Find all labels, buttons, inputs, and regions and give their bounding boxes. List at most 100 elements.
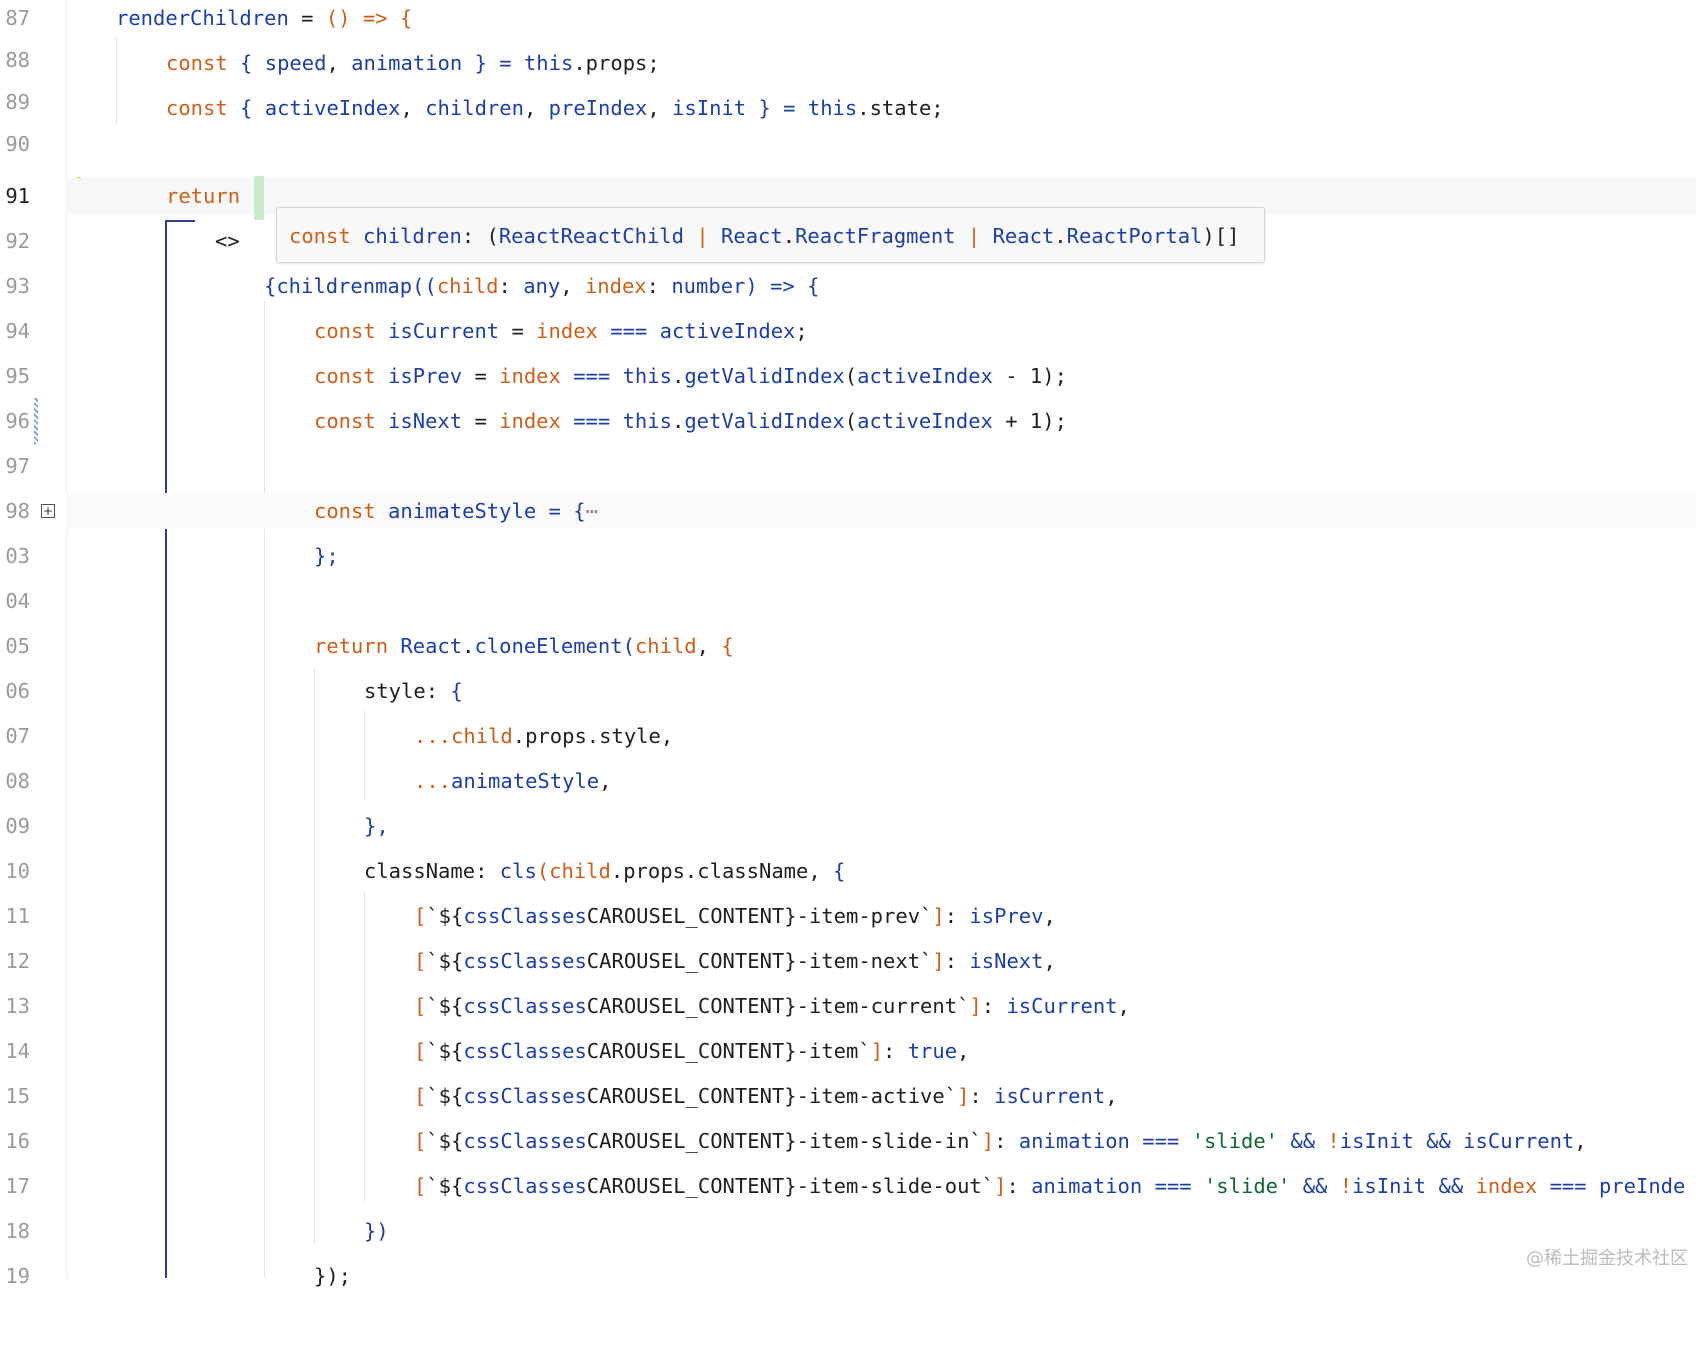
- code-line[interactable]: const { speed, animation } = this.props;: [66, 45, 1696, 81]
- modified-lines-marker[interactable]: [34, 398, 38, 444]
- tooltip-token: const: [289, 224, 351, 248]
- code-token: `${: [426, 1129, 464, 1153]
- code-token: &&: [1290, 1174, 1340, 1198]
- fold-expand-icon[interactable]: +: [41, 504, 55, 518]
- code-token: },: [364, 814, 389, 838]
- line-number: 10: [5, 859, 30, 883]
- tooltip-token: |: [683, 224, 722, 248]
- line-number: 94: [5, 319, 30, 343]
- code-line[interactable]: className: cls(child.props.className, {: [66, 853, 1696, 889]
- code-token: ...: [414, 724, 452, 748]
- code-line[interactable]: style: {: [66, 673, 1696, 709]
- code-line[interactable]: [`${cssClassesCAROUSEL_CONTENT}-item-act…: [66, 1078, 1696, 1114]
- code-line[interactable]: [`${cssClassesCAROUSEL_CONTENT}-item-pre…: [66, 898, 1696, 934]
- code-token: speed: [264, 51, 327, 75]
- code-token: index: [486, 364, 561, 388]
- code-line[interactable]: {childrenmap((child: any, index: number)…: [66, 268, 1696, 304]
- code-token: map: [375, 274, 413, 298]
- code-token: {: [833, 859, 846, 883]
- code-line[interactable]: const isNext = index === this.getValidIn…: [66, 403, 1696, 439]
- code-token: ,: [696, 634, 722, 658]
- code-token: activeIndex: [857, 364, 993, 388]
- code-line[interactable]: });: [66, 1258, 1696, 1294]
- line-number-gutter[interactable]: 87 88 89 90 91 92 93 94 95 96 97 98 03 0…: [0, 0, 67, 1288]
- code-token: animation: [1018, 1129, 1130, 1153]
- line-number: 07: [5, 724, 30, 748]
- code-token: isInit: [1339, 1129, 1414, 1153]
- code-line[interactable]: [`${cssClassesCAROUSEL_CONTENT}-item-sli…: [66, 1168, 1696, 1204]
- code-line[interactable]: return React.cloneElement(child, {: [66, 628, 1696, 664]
- watermark: @稀土掘金技术社区: [1526, 1248, 1688, 1269]
- code-line[interactable]: [`${cssClassesCAROUSEL_CONTENT}-item-nex…: [66, 943, 1696, 979]
- code-editor[interactable]: 87 88 89 90 91 92 93 94 95 96 97 98 03 0…: [0, 0, 1696, 1288]
- code-token: .: [671, 364, 685, 388]
- code-token: className: [364, 859, 476, 883]
- added-line-marker: [254, 176, 264, 220]
- code-token: children: [276, 274, 376, 298]
- code-token: ,: [326, 51, 352, 75]
- code-line[interactable]: },: [66, 808, 1696, 844]
- code-token: isCurrent: [375, 319, 512, 343]
- code-token: activeIndex: [659, 319, 796, 343]
- code-line[interactable]: [`${cssClassesCAROUSEL_CONTENT}-item-sli…: [66, 1123, 1696, 1159]
- code-token: .props.className,: [610, 859, 834, 883]
- tooltip-token: .: [782, 224, 796, 248]
- code-line[interactable]: ...animateStyle,: [66, 763, 1696, 799]
- line-number: 14: [5, 1039, 30, 1063]
- code-line[interactable]: const isCurrent = index === activeIndex;: [66, 313, 1696, 349]
- code-token: } =: [746, 96, 808, 120]
- code-line[interactable]: [`${cssClassesCAROUSEL_CONTENT}-item-cur…: [66, 988, 1696, 1024]
- code-token: :: [425, 679, 451, 703]
- code-token: ,: [599, 769, 612, 793]
- code-token: CAROUSEL_CONTENT: [586, 904, 785, 928]
- line-number: 95: [5, 364, 30, 388]
- code-token: (: [536, 859, 550, 883]
- code-token: ===: [560, 409, 623, 433]
- folded-code-ellipsis[interactable]: ⋯: [586, 499, 598, 523]
- line-number: 09: [5, 814, 30, 838]
- code-token: &&: [1413, 1129, 1464, 1153]
- code-token: ,: [1105, 1084, 1118, 1108]
- line-number: 16: [5, 1129, 30, 1153]
- code-token: `${: [426, 949, 464, 973]
- code-token: cssClasses: [463, 1084, 587, 1108]
- line-number: 04: [5, 589, 30, 613]
- code-token: children: [425, 96, 524, 120]
- code-line[interactable]: ...child.props.style,: [66, 718, 1696, 754]
- line-number: 97: [5, 454, 30, 478]
- line-number: 88: [5, 48, 30, 72]
- code-token: ,: [957, 1039, 970, 1063]
- code-line[interactable]: const animateStyle = {⋯: [66, 493, 1696, 529]
- code-token: :: [969, 1084, 995, 1108]
- code-token: any: [523, 274, 561, 298]
- code-token: }-item`: [784, 1039, 871, 1063]
- type-hint-tooltip: const children: (ReactReactChild | React…: [276, 207, 1265, 263]
- code-token: :: [646, 274, 672, 298]
- code-line[interactable]: };: [66, 538, 1696, 574]
- code-token: isPrev: [375, 364, 475, 388]
- code-token: animation: [1031, 1174, 1143, 1198]
- code-line[interactable]: const { activeIndex, children, preIndex,…: [66, 90, 1696, 126]
- line-number: 89: [5, 90, 30, 114]
- tooltip-token: )[]: [1202, 224, 1240, 248]
- tooltip-token: ReactChild: [560, 224, 684, 248]
- code-token: :: [498, 274, 524, 298]
- code-token: .props.style,: [512, 724, 674, 748]
- code-line[interactable]: const isPrev = index === this.getValidIn…: [66, 358, 1696, 394]
- line-number: 90: [5, 132, 30, 156]
- code-token: ;: [795, 319, 808, 343]
- code-token: this: [622, 409, 672, 433]
- code-line[interactable]: }): [66, 1213, 1696, 1249]
- tooltip-token: children: [350, 224, 462, 248]
- code-token: });: [314, 1264, 352, 1288]
- code-line[interactable]: [`${cssClassesCAROUSEL_CONTENT}-item`]: …: [66, 1033, 1696, 1069]
- code-token: getValidIndex: [684, 409, 845, 433]
- code-token: :: [475, 859, 500, 883]
- code-token: this: [807, 96, 858, 120]
- code-token: index: [523, 319, 598, 343]
- code-token: :: [981, 994, 1007, 1018]
- code-token: .: [671, 409, 685, 433]
- code-token: ]: [981, 1129, 995, 1153]
- line-number: 11: [5, 904, 30, 928]
- code-line[interactable]: renderChildren = () => {: [66, 0, 1696, 36]
